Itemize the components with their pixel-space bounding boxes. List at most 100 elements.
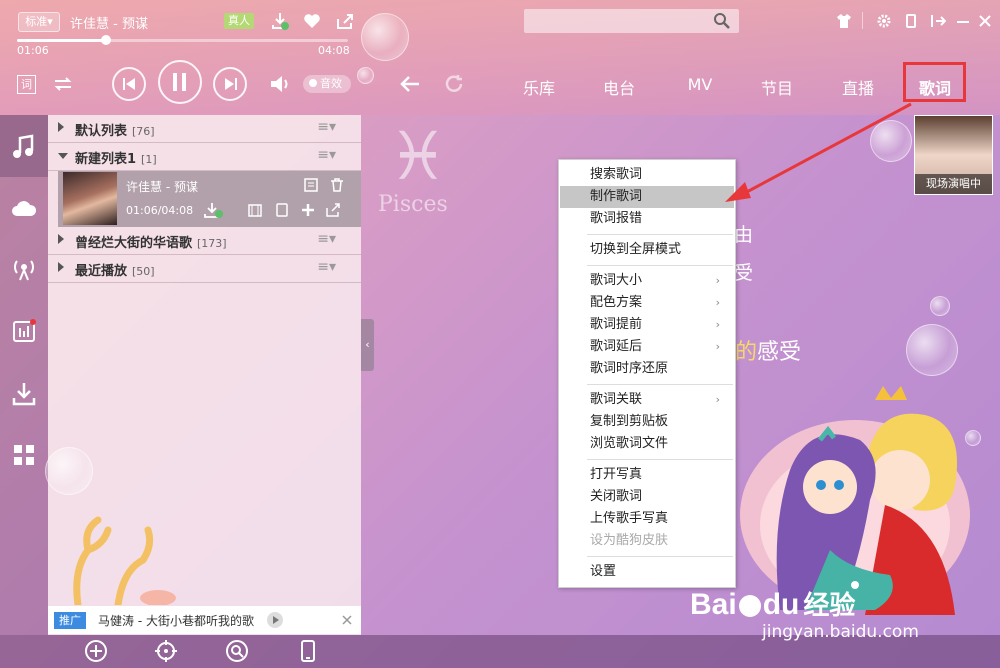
real-person-badge[interactable]: 真人	[224, 13, 254, 29]
playlist-menu-icon[interactable]: ≡▾	[317, 231, 336, 247]
heart-icon[interactable]	[302, 11, 322, 31]
minimize-button[interactable]	[957, 21, 969, 23]
playlist-menu-icon[interactable]: ≡▾	[317, 259, 336, 275]
progress-knob[interactable]	[101, 35, 112, 45]
trash-icon[interactable]	[330, 178, 344, 192]
sound-effect-label: 音效	[320, 77, 342, 90]
next-button[interactable]	[213, 67, 247, 101]
menu-item-settings[interactable]: 设置	[560, 561, 734, 583]
tab-radio[interactable]: 电台	[599, 75, 639, 99]
mini-mode-icon[interactable]	[930, 14, 946, 28]
playlist-count: [50]	[132, 265, 155, 278]
download-done-icon[interactable]	[204, 202, 224, 218]
now-playing-title: 许佳慧 - 预谋	[70, 17, 148, 32]
menu-item-set-as-skin: 设为酷狗皮肤	[590, 533, 669, 548]
menu-item-copy-clipboard[interactable]: 复制到剪贴板	[560, 411, 734, 433]
menu-item-open-photos[interactable]: 打开写真	[560, 464, 734, 486]
play-icon	[273, 616, 279, 624]
menu-item-link-lyrics[interactable]: 歌词关联 ›	[560, 389, 734, 411]
search-icon[interactable]	[713, 12, 731, 30]
phone-icon[interactable]	[300, 639, 316, 663]
watermark-brand: Bai	[690, 588, 737, 621]
mv-icon[interactable]	[248, 204, 262, 217]
watermark-brand-2: du	[762, 588, 800, 621]
menu-item-lyrics-delay[interactable]: 歌词延后 ›	[560, 336, 734, 358]
lyric-toggle-button[interactable]: 词	[17, 75, 36, 94]
menu-item-make-lyrics[interactable]: 制作歌词	[560, 186, 734, 208]
tab-library[interactable]: 乐库	[519, 75, 559, 99]
menu-item-fullscreen[interactable]: 切换到全屏模式	[560, 239, 734, 261]
song-row-playing[interactable]: 许佳慧 - 预谋 01:06/04:08	[58, 171, 361, 227]
search-box[interactable]	[524, 9, 739, 33]
paw-logo-icon	[738, 595, 761, 618]
lyric-small-icon[interactable]	[304, 178, 318, 192]
lyrics-context-menu: 搜索歌词 制作歌词 歌词报错 切换到全屏模式 歌词大小 › 配色方案 › 歌词提前 ›…	[558, 159, 736, 588]
menu-item-close-lyrics[interactable]: 关闭歌词	[560, 486, 734, 508]
playlist-header[interactable]: 默认列表 [76] ≡▾	[48, 115, 361, 143]
pisces-decoration: ♓ Pisces	[378, 118, 458, 218]
tab-programs[interactable]: 节目	[757, 75, 797, 99]
charts-icon[interactable]	[10, 317, 38, 345]
watermark-cn: 经验	[803, 590, 856, 620]
menu-item-search-lyrics[interactable]: 搜索歌词	[560, 164, 734, 186]
gear-icon[interactable]	[877, 14, 891, 28]
refresh-icon[interactable]	[443, 73, 465, 95]
back-arrow-icon[interactable]	[399, 73, 421, 95]
search-input[interactable]	[530, 9, 714, 33]
cloud-icon[interactable]	[10, 195, 38, 223]
pisces-symbol: ♓	[388, 118, 448, 195]
download-icon[interactable]	[270, 11, 290, 31]
download-manager-icon[interactable]	[10, 380, 38, 408]
add-icon[interactable]	[301, 203, 315, 217]
menu-item-color-scheme[interactable]: 配色方案 ›	[560, 292, 734, 314]
volume-icon[interactable]	[270, 75, 292, 93]
lyric-unsung-part: 感受	[757, 340, 802, 365]
promo-tag: 推广	[54, 612, 86, 629]
quality-selector[interactable]: 标准▾	[18, 12, 60, 32]
promo-play-button[interactable]	[267, 612, 283, 628]
share-small-icon[interactable]	[326, 203, 340, 217]
send-to-phone-icon[interactable]	[276, 203, 288, 217]
menu-item-lyrics-advance[interactable]: 歌词提前 ›	[560, 314, 734, 336]
menu-item-lyric-size[interactable]: 歌词大小 ›	[560, 270, 734, 292]
radio-broadcast-icon[interactable]	[10, 255, 38, 283]
mobile-icon[interactable]	[906, 14, 916, 28]
tab-mv[interactable]: MV	[680, 75, 720, 94]
promo-close-icon[interactable]	[342, 615, 352, 625]
search-local-icon[interactable]	[225, 639, 249, 663]
menu-separator	[587, 384, 733, 385]
menu-item-browse-lyric-file[interactable]: 浏览歌词文件	[560, 433, 734, 455]
loop-mode-icon[interactable]	[52, 74, 74, 94]
playlist-header[interactable]: 新建列表1 [1] ≡▾	[48, 143, 361, 171]
time-total: 04:08	[318, 44, 350, 57]
apps-grid-icon[interactable]	[10, 441, 38, 469]
pause-button[interactable]	[158, 60, 202, 104]
add-circle-icon[interactable]	[84, 639, 108, 663]
toggle-dot	[309, 79, 317, 87]
playlist-header[interactable]: 曾经烂大街的华语歌 [173] ≡▾	[48, 227, 361, 255]
promo-bar[interactable]: 推广 马健涛 - 大街小巷都听我的歌	[48, 606, 361, 634]
pisces-label: Pisces	[378, 192, 448, 217]
playlist-header[interactable]: 最近播放 [50] ≡▾	[48, 255, 361, 283]
playlist-menu-icon[interactable]: ≡▾	[317, 119, 336, 135]
submenu-arrow-icon: ›	[715, 393, 720, 406]
progress-bar[interactable]	[17, 35, 348, 45]
panel-collapse-handle[interactable]: ‹	[361, 319, 374, 371]
close-icon[interactable]	[978, 14, 992, 28]
music-note-icon[interactable]	[10, 133, 38, 161]
menu-item-upload-singer-photo[interactable]: 上传歌手写真	[560, 508, 734, 530]
locate-icon[interactable]	[154, 639, 178, 663]
bubble-decoration	[45, 447, 93, 495]
time-current: 01:06	[17, 44, 49, 57]
bubble-decoration	[930, 296, 950, 316]
share-icon[interactable]	[335, 11, 355, 31]
playlist-menu-icon[interactable]: ≡▾	[317, 147, 336, 163]
previous-button[interactable]	[112, 67, 146, 101]
baidu-watermark: Bai du 经验 jingyan.baidu.com	[690, 585, 919, 642]
live-thumbnail[interactable]: 现场演唱中	[914, 115, 993, 195]
tab-live[interactable]: 直播	[838, 75, 878, 99]
menu-item-reset-timing[interactable]: 歌词时序还原	[560, 358, 734, 380]
sound-effect-toggle[interactable]: 音效	[303, 75, 351, 93]
skin-icon[interactable]	[836, 14, 852, 28]
menu-item-report-lyrics[interactable]: 歌词报错	[560, 208, 734, 230]
